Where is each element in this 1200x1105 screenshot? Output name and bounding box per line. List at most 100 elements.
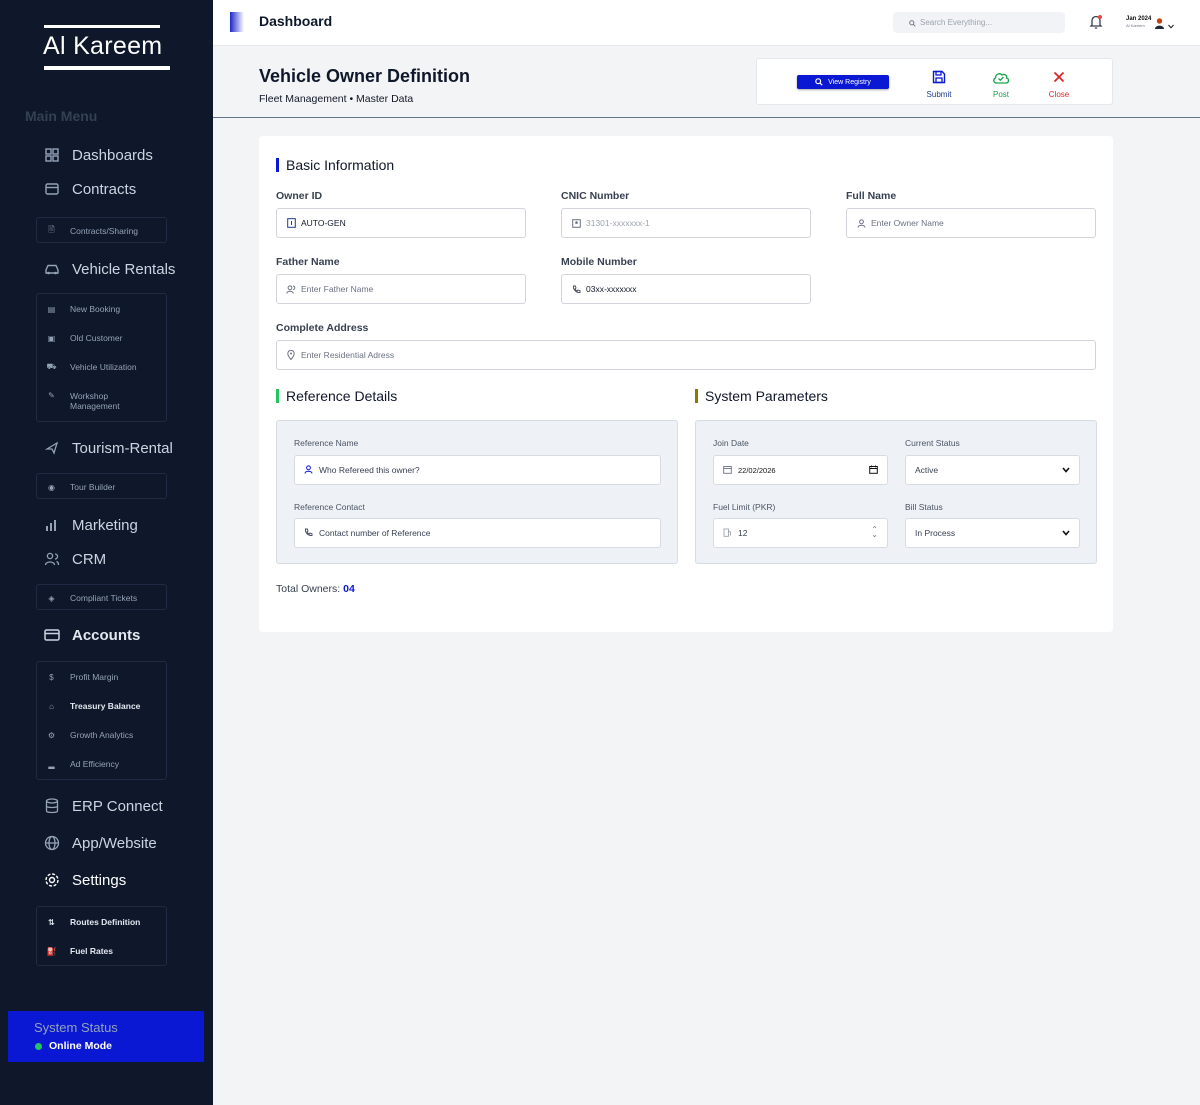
chart-icon: ▂ [48,759,55,769]
section-accent [695,389,698,403]
sidebar-subitem-fuel-rates[interactable]: ⛽ Fuel Rates [37,946,113,956]
sidebar-subitem-routes-definition[interactable]: ⇅ Routes Definition [37,917,140,927]
accounts-submenu: $ Profit Margin ⌂ Treasury Balance ⚙ Gro… [36,661,167,780]
sidebar-item-settings[interactable]: Settings [44,870,126,890]
user-menu[interactable]: Jan 2024 Al Kareem [1126,16,1175,34]
sidebar-item-marketing[interactable]: Marketing [44,515,138,535]
current-status-select[interactable]: Active [905,455,1080,485]
reference-contact-field[interactable]: Contact number of Reference [294,518,661,548]
sidebar-subitem-ad-efficiency[interactable]: ▂ Ad Efficiency [37,759,119,769]
full-name-field[interactable]: Enter Owner Name [846,208,1096,238]
join-date-field[interactable]: 22/02/2026 [713,455,888,485]
date-picker-icon[interactable] [869,465,878,476]
sidebar-item-erp-connect[interactable]: ERP Connect [44,796,163,816]
airplane-icon [44,440,60,456]
section-title-text: Reference Details [286,388,398,404]
vehicle-rentals-submenu: ▤ New Booking ▣ Old Customer ⛟ Vehicle U… [36,293,167,422]
breadcrumb: Fleet Management • Master Data [259,93,414,105]
search-placeholder: Search Everything... [920,18,993,27]
notification-bell-icon[interactable] [1089,14,1103,30]
owner-form-card: Basic Information Owner ID AUTO-GEN CNIC… [259,136,1113,632]
search-input[interactable]: Search Everything... [893,12,1065,33]
reference-name-field[interactable]: Who Refereed this owner? [294,455,661,485]
reference-name-label: Reference Name [294,438,359,448]
sidebar-subitem-label: Contracts/Sharing [70,226,139,236]
reference-panel: Reference Name Who Refereed this owner? … [276,420,678,564]
father-name-placeholder: Enter Father Name [301,284,374,294]
owner-id-field[interactable]: AUTO-GEN [276,208,526,238]
chevron-down-icon [1168,16,1175,34]
bill-status-value: In Process [915,528,956,538]
sidebar-subitem-tour-builder[interactable]: ◉ Tour Builder [37,474,166,500]
sidebar-item-label: Contracts [72,180,137,198]
top-bar: Dashboard Search Everything... Jan 2024 … [213,0,1200,46]
bill-status-select[interactable]: In Process [905,518,1080,548]
sidebar-subitem-label: Treasury Balance [70,701,141,711]
system-status-title: System Status [34,1020,118,1035]
current-status-value: Active [915,465,939,475]
reference-title: Reference Details [276,388,397,404]
brand-logo[interactable]: Al Kareem [43,25,170,70]
brand-name: Al Kareem [43,32,163,60]
address-field[interactable]: Enter Residential Adress [276,340,1096,370]
id-icon [286,218,296,228]
sidebar-subitem-label: Growth Analytics [70,730,134,740]
section-title-text: Basic Information [286,157,395,173]
sidebar-item-label: Settings [72,871,127,889]
sidebar-subitem-new-booking[interactable]: ▤ New Booking [37,304,120,314]
sidebar-item-contracts[interactable]: Contracts [44,179,136,199]
sidebar-subitem-compliant-tickets[interactable]: ◈ Compliant Tickets [37,585,166,611]
workshop-line-1: Workshop [70,391,109,401]
view-registry-button[interactable]: View Registry [797,75,889,89]
sidebar-subitem-vehicle-utilization[interactable]: ⛟ Vehicle Utilization [37,362,136,372]
sidebar-subitem-label: Workshop Management [70,391,120,411]
submit-button[interactable]: Submit [917,69,961,99]
post-button[interactable]: Post [979,69,1023,99]
sidebar-subitem-profit-margin[interactable]: $ Profit Margin [37,672,118,682]
father-name-field[interactable]: Enter Father Name [276,274,526,304]
system-parameters-title: System Parameters [695,388,828,404]
stepper-arrows-icon[interactable]: ⌃ ⌄ [871,526,878,539]
bill-status-label: Bill Status [905,502,943,512]
car-icon [44,261,60,277]
brand-bar-bottom [44,66,170,70]
card-icon [44,627,60,643]
sidebar-item-dashboards[interactable]: Dashboards [44,145,153,165]
wrench-icon: ✎ [48,391,55,400]
calendar-icon [723,465,732,476]
sidebar-item-vehicle-rentals[interactable]: Vehicle Rentals [44,259,175,279]
sidebar-item-crm[interactable]: CRM [44,549,106,569]
online-dot-icon [35,1043,42,1050]
sidebar-subitem-treasury-balance[interactable]: ⌂ Treasury Balance [37,701,140,711]
cnic-placeholder: 31301-xxxxxxx-1 [586,218,650,228]
tourism-submenu: ◉ Tour Builder [36,473,167,499]
user-card-icon: ▣ [47,333,56,343]
user-info: Jan 2024 Al Kareem [1126,16,1151,28]
sidebar-subitem-old-customer[interactable]: ▣ Old Customer [37,333,123,343]
database-icon [44,798,60,814]
search-icon [909,14,916,32]
sidebar-subitem-workshop-management[interactable]: ✎ Workshop Management [37,391,120,411]
section-title-text: System Parameters [705,388,828,404]
sidebar-subitem-growth-analytics[interactable]: ⚙ Growth Analytics [37,730,133,740]
fuel-limit-stepper[interactable]: 12 ⌃ ⌄ [713,518,888,548]
settings-submenu: ⇅ Routes Definition ⛽ Fuel Rates [36,906,167,966]
mobile-label: Mobile Number [561,256,637,268]
close-button[interactable]: Close [1037,69,1081,99]
sidebar-subitem-contracts-sharing[interactable]: 🗎 Contracts/Sharing [37,218,166,244]
full-name-placeholder: Enter Owner Name [871,218,944,228]
location-pin-icon [286,350,296,360]
sidebar-item-accounts[interactable]: Accounts [44,625,140,645]
cnic-field[interactable]: 31301-xxxxxxx-1 [561,208,811,238]
reference-contact-placeholder: Contact number of Reference [319,528,431,538]
workshop-line-2: Management [70,401,120,411]
action-toolbar: View Registry Submit Post Close [756,58,1113,105]
fuel-icon: ⛽ [46,946,57,956]
card-icon [44,181,60,197]
sidebar-item-tourism-rental[interactable]: Tourism-Rental [44,438,173,458]
sidebar-item-app-website[interactable]: App/Website [44,833,157,853]
sidebar-item-label: Tourism-Rental [72,439,173,457]
chevron-down-icon [1062,528,1070,538]
mobile-field[interactable]: 03xx-xxxxxxx [561,274,811,304]
submit-label: Submit [926,90,952,99]
